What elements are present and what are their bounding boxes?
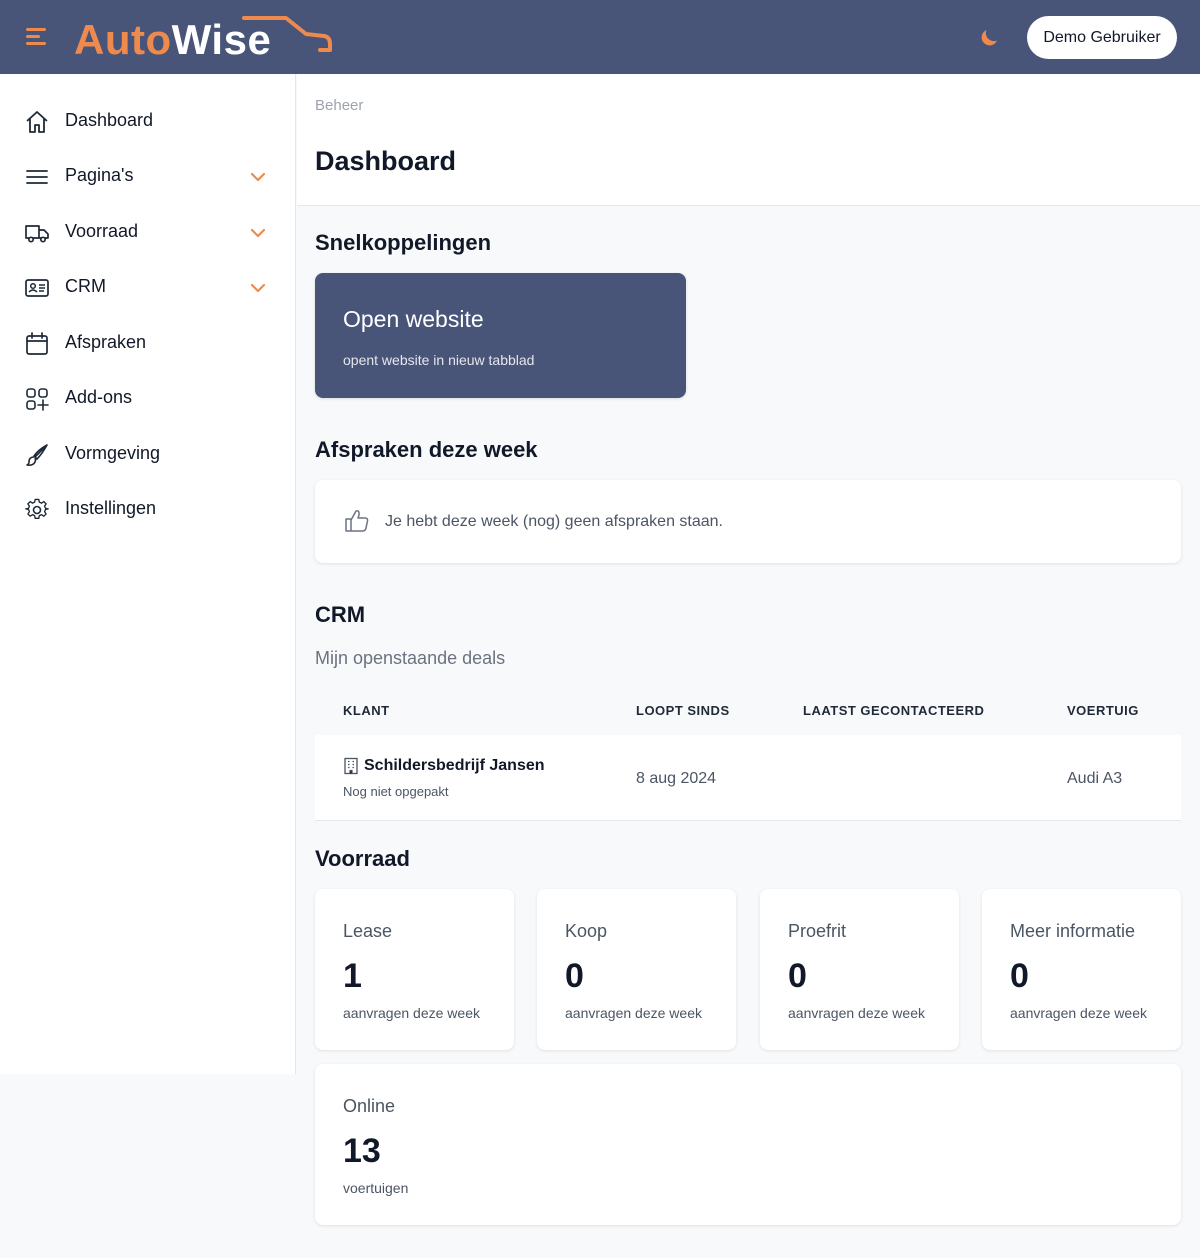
home-icon xyxy=(26,111,48,133)
column-header-voertuig: VOERTUIG xyxy=(1067,703,1139,718)
sidebar-item-label: CRM xyxy=(65,276,106,296)
user-menu-button[interactable]: Demo Gebruiker xyxy=(1027,16,1177,59)
contact-card-icon xyxy=(25,279,49,297)
sidebar-item-label: Pagina's xyxy=(65,165,134,185)
content-header: Beheer Dashboard xyxy=(297,74,1200,206)
sidebar-item-crm[interactable]: CRM xyxy=(0,262,296,312)
sidebar: Dashboard Pagina's Voorraad CRM Afsprake… xyxy=(0,74,296,1074)
stat-value: 0 xyxy=(1010,957,1029,995)
stat-label: Online xyxy=(343,1096,396,1116)
crm-subheading: Mijn openstaande deals xyxy=(315,648,506,668)
stat-value: 1 xyxy=(343,957,362,995)
sidebar-item-paginas[interactable]: Pagina's xyxy=(0,151,296,201)
appointments-card: Je hebt deze week (nog) geen afspraken s… xyxy=(315,480,1181,563)
stat-label: Lease xyxy=(343,921,393,941)
building-icon xyxy=(344,757,358,775)
thumbs-up-icon xyxy=(345,510,369,532)
add-ons-icon xyxy=(26,388,49,411)
logo-text: AutoWise xyxy=(74,16,272,63)
sidebar-item-afspraken[interactable]: Afspraken xyxy=(0,318,296,368)
sidebar-item-voorraad[interactable]: Voorraad xyxy=(0,207,296,257)
gear-icon xyxy=(25,498,49,520)
sidebar-item-label: Vormgeving xyxy=(65,443,161,463)
calendar-icon xyxy=(26,332,48,355)
client-name[interactable]: Schildersbedrijf Jansen xyxy=(364,757,545,775)
deal-status: Nog niet opgepakt xyxy=(343,784,449,799)
chevron-down-icon[interactable] xyxy=(249,224,267,242)
autowise-logo[interactable]: AutoWise xyxy=(74,14,334,63)
deal-since: 8 aug 2024 xyxy=(636,770,717,787)
stat-value: 13 xyxy=(343,1132,381,1170)
column-header-loopt-sinds: LOOPT SINDS xyxy=(636,703,730,718)
stat-card-koop[interactable]: Koop 0 aanvragen deze week xyxy=(537,889,736,1050)
breadcrumb[interactable]: Beheer xyxy=(315,97,363,114)
sidebar-item-vormgeving[interactable]: Vormgeving xyxy=(0,429,296,479)
open-website-title: Open website xyxy=(343,306,484,332)
sidebar-item-add-ons[interactable]: Add-ons xyxy=(0,373,296,423)
page-title: Dashboard xyxy=(315,146,457,176)
stat-label: Meer informatie xyxy=(1010,921,1136,941)
stat-subtext: aanvragen deze week xyxy=(1010,1005,1147,1021)
stat-subtext: aanvragen deze week xyxy=(788,1005,925,1021)
column-header-klant: KLANT xyxy=(343,703,390,718)
stat-label: Koop xyxy=(565,921,608,941)
sidebar-item-dashboard[interactable]: Dashboard xyxy=(0,96,296,146)
stat-card-proefrit[interactable]: Proefrit 0 aanvragen deze week xyxy=(760,889,959,1050)
stat-card-online[interactable]: Online 13 voertuigen xyxy=(315,1064,1181,1225)
sidebar-item-instellingen[interactable]: Instellingen xyxy=(0,484,296,534)
stat-subtext: aanvragen deze week xyxy=(343,1005,480,1021)
column-header-laatst-gecontacteerd: LAATST GECONTACTEERD xyxy=(803,703,985,718)
sidebar-item-label: Voorraad xyxy=(65,221,139,241)
table-row[interactable]: Schildersbedrijf Jansen Nog niet opgepak… xyxy=(315,735,1181,821)
stock-heading: Voorraad xyxy=(315,846,410,871)
menu-toggle-icon[interactable] xyxy=(26,27,48,47)
stat-card-lease[interactable]: Lease 1 aanvragen deze week xyxy=(315,889,514,1050)
stat-subtext: voertuigen xyxy=(343,1180,409,1196)
quicklinks-heading: Snelkoppelingen xyxy=(315,230,492,255)
appointments-heading: Afspraken deze week xyxy=(315,437,538,462)
dark-mode-moon-icon[interactable] xyxy=(977,26,1001,50)
appointments-empty-text: Je hebt deze week (nog) geen afspraken s… xyxy=(385,513,723,530)
crm-heading: CRM xyxy=(315,602,366,627)
sidebar-item-label: Dashboard xyxy=(65,110,154,130)
deal-vehicle: Audi A3 xyxy=(1067,770,1123,787)
brush-icon xyxy=(26,444,48,466)
sidebar-item-label: Add-ons xyxy=(65,387,133,407)
chevron-down-icon[interactable] xyxy=(249,168,267,186)
open-website-subtitle: opent website in nieuw tabblad xyxy=(343,352,535,368)
open-website-card[interactable]: Open website opent website in nieuw tabb… xyxy=(315,273,686,398)
chevron-down-icon[interactable] xyxy=(249,279,267,297)
stat-value: 0 xyxy=(565,957,584,995)
stat-subtext: aanvragen deze week xyxy=(565,1005,702,1021)
sidebar-item-label: Instellingen xyxy=(65,498,157,518)
truck-icon xyxy=(25,225,49,243)
stat-value: 0 xyxy=(788,957,807,995)
stat-label: Proefrit xyxy=(788,921,847,941)
sidebar-item-label: Afspraken xyxy=(65,332,147,352)
stat-card-meer-informatie[interactable]: Meer informatie 0 aanvragen deze week xyxy=(982,889,1181,1050)
menu-lines-icon xyxy=(26,170,48,184)
top-bar: AutoWise Demo Gebruiker xyxy=(0,0,1200,74)
